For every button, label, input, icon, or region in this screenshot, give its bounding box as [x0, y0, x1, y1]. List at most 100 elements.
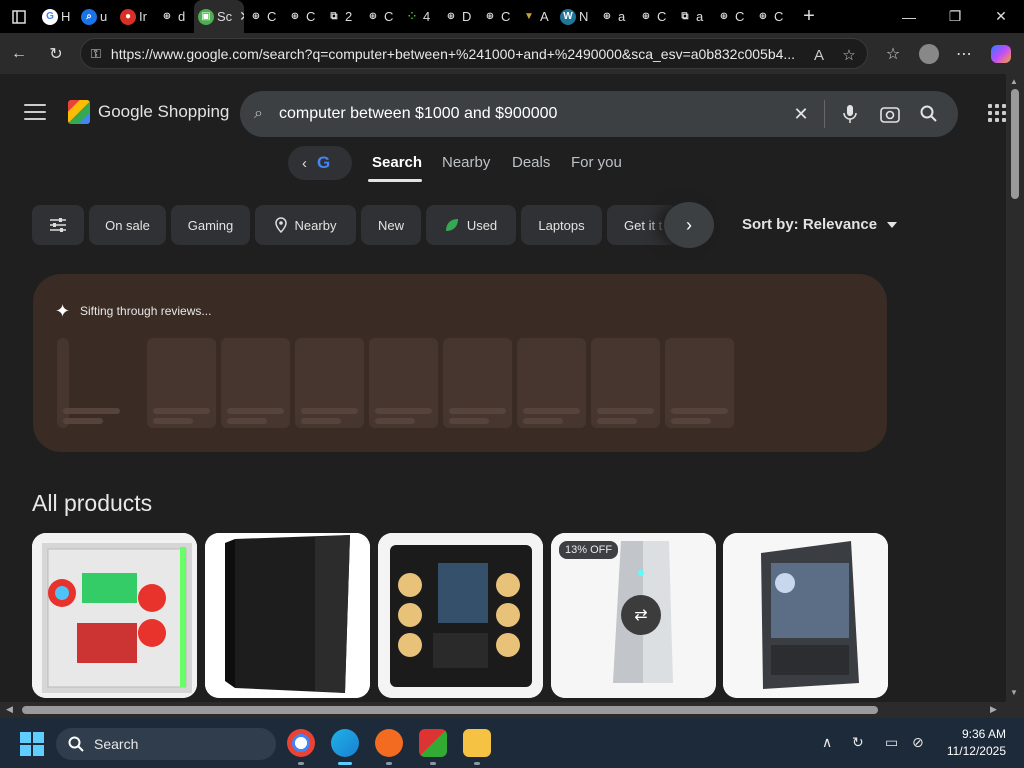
- browser-tab[interactable]: ⧉ a: [673, 0, 712, 33]
- browser-tab[interactable]: ● Ir: [116, 0, 155, 33]
- browser-tab[interactable]: ⊕ D: [439, 0, 478, 33]
- product-card[interactable]: [378, 533, 543, 698]
- read-aloud-icon[interactable]: A: [808, 44, 830, 66]
- product-card[interactable]: [205, 533, 370, 698]
- products-heading: All products: [32, 490, 153, 516]
- vertical-scrollbar[interactable]: ▲ ▼: [1006, 74, 1024, 702]
- browser-tab[interactable]: ▣Sc✕: [194, 0, 244, 33]
- tab-actions-icon[interactable]: [0, 0, 38, 33]
- browser-tab[interactable]: ⊕ C: [361, 0, 400, 33]
- reload-button[interactable]: ↻: [43, 41, 69, 67]
- product-card[interactable]: 13% OFF ⇄: [551, 533, 716, 698]
- tab-deals[interactable]: Deals: [512, 154, 550, 171]
- chips-next-button[interactable]: ›: [664, 202, 714, 248]
- scroll-down-icon[interactable]: ▼: [1010, 688, 1018, 697]
- product-card[interactable]: [723, 533, 888, 698]
- system-clock[interactable]: 9:36 AM 11/12/2025: [938, 726, 1006, 760]
- ai-status-text: Sifting through reviews...: [80, 304, 212, 318]
- browser-tab[interactable]: ⊕ C: [283, 0, 322, 33]
- browser-tab[interactable]: WN: [556, 0, 595, 33]
- compare-swap-icon[interactable]: ⇄: [621, 595, 661, 635]
- browser-tab[interactable]: ⌕ u: [77, 0, 116, 33]
- horizontal-scroll-thumb[interactable]: [22, 706, 878, 714]
- display-icon[interactable]: ▭: [885, 734, 898, 751]
- tab-label: C: [774, 9, 784, 24]
- chip-on-sale[interactable]: On sale: [89, 205, 166, 245]
- url-text[interactable]: https://www.google.com/search?q=computer…: [111, 46, 801, 62]
- browser-tab[interactable]: ⊕ C: [634, 0, 673, 33]
- globe-icon: ⊕: [485, 11, 495, 22]
- scroll-up-icon[interactable]: ▲: [1010, 77, 1018, 86]
- search-icon: [68, 736, 84, 752]
- wordpress-icon: W: [560, 8, 576, 25]
- site-info-icon[interactable]: ⚿: [91, 46, 101, 62]
- taskbar-search[interactable]: Search: [56, 728, 276, 760]
- tab-nearby[interactable]: Nearby: [442, 154, 490, 171]
- globe-icon: ⊕: [251, 11, 261, 22]
- clock-date: 11/12/2025: [946, 744, 1006, 758]
- filters-button[interactable]: [32, 205, 84, 245]
- clear-search-icon[interactable]: ✕: [788, 101, 814, 127]
- browser-tab[interactable]: GH: [38, 0, 77, 33]
- vertical-scroll-thumb[interactable]: [1011, 89, 1019, 199]
- minimize-button[interactable]: —: [886, 0, 932, 33]
- file-explorer-icon[interactable]: [463, 729, 491, 757]
- tab-search[interactable]: Search: [372, 154, 422, 171]
- chrome-icon[interactable]: [287, 729, 315, 757]
- profile-avatar[interactable]: [916, 41, 942, 67]
- tab-label: C: [657, 9, 667, 24]
- tab-label: Sc: [217, 9, 233, 24]
- browser-tab[interactable]: ⊕ C: [478, 0, 517, 33]
- lens-search-icon[interactable]: [877, 101, 903, 127]
- extension-icon: ⧉: [330, 11, 338, 22]
- browser-tab[interactable]: ⊕ C: [712, 0, 751, 33]
- page-content: Google Shopping ⌕ computer between $1000…: [0, 74, 1006, 702]
- sort-dropdown[interactable]: Sort by: Relevance: [742, 216, 898, 233]
- submit-search-icon[interactable]: [916, 101, 942, 127]
- tab-for-you[interactable]: For you: [571, 154, 622, 171]
- tab-label: A: [540, 9, 549, 24]
- voice-search-icon[interactable]: [837, 101, 863, 127]
- address-bar[interactable]: ⚿ https://www.google.com/search?q=comput…: [80, 38, 868, 69]
- horizontal-scrollbar[interactable]: ◀ ▶: [0, 702, 1024, 718]
- tab-label: u: [100, 9, 108, 24]
- scroll-left-icon[interactable]: ◀: [6, 704, 13, 715]
- back-button[interactable]: ←: [6, 41, 32, 67]
- google-apps-icon[interactable]: [988, 104, 1006, 122]
- browser-tab[interactable]: ⊕ C: [244, 0, 283, 33]
- copilot-icon[interactable]: [988, 41, 1014, 67]
- monitor-icon: ▣: [198, 8, 214, 25]
- new-tab-button[interactable]: +: [790, 0, 828, 33]
- edge-icon[interactable]: [331, 729, 359, 757]
- browser-tab[interactable]: ⊕ d: [155, 0, 194, 33]
- browser-tab[interactable]: ⊕ C: [751, 0, 790, 33]
- chip-gaming[interactable]: Gaming: [171, 205, 250, 245]
- avast-icon[interactable]: [375, 729, 403, 757]
- restore-button[interactable]: ❐: [932, 0, 978, 33]
- main-menu-icon[interactable]: [24, 104, 46, 122]
- google-shopping-logo[interactable]: Google Shopping: [68, 100, 229, 124]
- tray-overflow-icon[interactable]: ∧: [822, 734, 832, 751]
- winrar-icon[interactable]: [419, 729, 447, 757]
- network-icon[interactable]: ⊘: [912, 734, 924, 751]
- chip-new[interactable]: New: [361, 205, 421, 245]
- red-circle-icon: ●: [120, 8, 136, 25]
- more-menu-icon[interactable]: ⋯: [951, 41, 977, 67]
- favorites-icon[interactable]: ☆: [880, 41, 906, 67]
- search-box[interactable]: ⌕ computer between $1000 and $900000 ✕: [240, 91, 958, 137]
- search-input[interactable]: computer between $1000 and $900000: [279, 105, 759, 123]
- scroll-right-icon[interactable]: ▶: [990, 704, 997, 715]
- browser-tab[interactable]: ▼ A: [517, 0, 556, 33]
- google-back-button[interactable]: ‹ G: [288, 146, 352, 180]
- browser-tab[interactable]: ⧉ 2: [322, 0, 361, 33]
- windows-start-icon[interactable]: [20, 732, 44, 756]
- favorite-star-icon[interactable]: ☆: [838, 44, 860, 66]
- chip-nearby[interactable]: Nearby: [255, 205, 356, 245]
- chip-laptops[interactable]: Laptops: [521, 205, 602, 245]
- browser-tab[interactable]: ⊕ a: [595, 0, 634, 33]
- browser-tab[interactable]: ⁘ 4: [400, 0, 439, 33]
- sync-icon[interactable]: ↻: [852, 734, 864, 751]
- product-card[interactable]: [32, 533, 197, 698]
- close-window-button[interactable]: ✕: [978, 0, 1024, 33]
- chip-used[interactable]: Used: [426, 205, 516, 245]
